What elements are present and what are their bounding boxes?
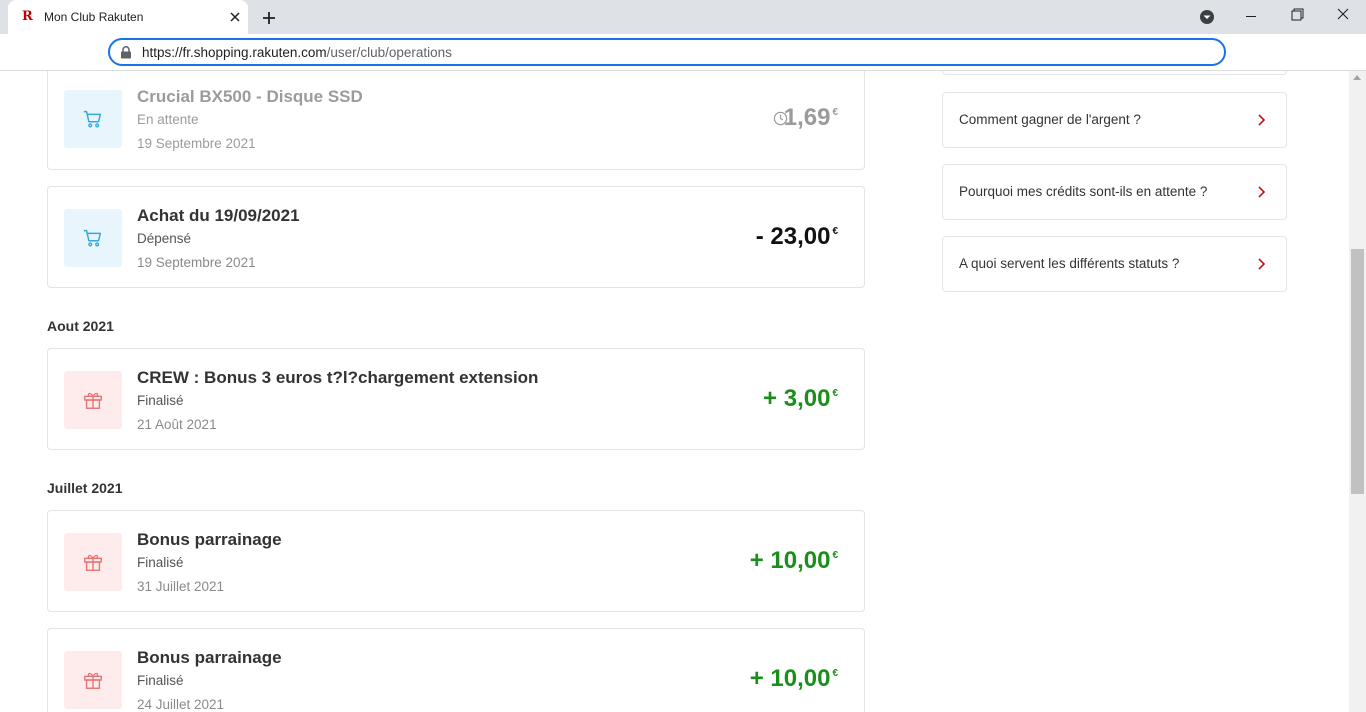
url-text[interactable]: https://fr.shopping.rakuten.com/user/clu… [142,45,452,60]
scrollbar-thumb[interactable] [1351,249,1364,494]
chevron-right-icon [1258,186,1266,198]
browser-tab-bar: R Mon Club Rakuten [0,0,1366,34]
lock-icon[interactable] [120,46,132,59]
operation-status: En attente [137,112,199,127]
chevron-right-icon [1258,258,1266,270]
operation-date: 31 Juillet 2021 [137,579,225,594]
operation-card[interactable]: Bonus parrainage Finalisé 31 Juillet 202… [47,510,865,612]
operation-title: Crucial BX500 - Disque SSD [137,87,363,106]
operation-card[interactable]: CREW : Bonus 3 euros t?l?chargement exte… [47,348,865,450]
month-heading: Aout 2021 [47,318,114,334]
operation-date: 19 Septembre 2021 [137,136,256,151]
operation-title: Achat du 19/09/2021 [137,206,300,225]
operation-card[interactable]: Achat du 19/09/2021 Dépensé 19 Septembre… [47,186,865,288]
address-bar[interactable]: https://fr.shopping.rakuten.com/user/clu… [108,38,1226,66]
gift-icon [64,651,122,709]
minimize-icon[interactable] [1228,0,1274,34]
operation-amount: - 23,00 € [755,223,838,250]
operation-title: Bonus parrainage [137,648,282,667]
cart-icon [64,209,122,267]
operation-status: Finalisé [137,555,184,570]
faq-item-partial[interactable] [942,71,1287,75]
operation-status: Finalisé [137,393,184,408]
operation-card[interactable]: Crucial BX500 - Disque SSD En attente 19… [47,71,865,170]
restore-icon[interactable] [1274,0,1320,34]
close-window-icon[interactable] [1320,0,1366,34]
faq-label: Comment gagner de l'argent ? [959,112,1141,127]
chevron-right-icon [1258,114,1266,126]
operation-status: Dépensé [137,231,192,246]
faq-item-statuses[interactable]: A quoi servent les différents statuts ? [942,236,1287,292]
new-tab-icon[interactable] [258,7,280,29]
operation-date: 19 Septembre 2021 [137,255,256,270]
cart-icon [64,90,122,148]
faq-item-pending-credits[interactable]: Pourquoi mes crédits sont-ils en attente… [942,164,1287,220]
gift-icon [64,533,122,591]
faq-label: Pourquoi mes crédits sont-ils en attente… [959,184,1208,199]
page-content: Crucial BX500 - Disque SSD En attente 19… [0,71,1349,712]
operation-date: 21 Août 2021 [137,417,217,432]
month-heading: Juillet 2021 [47,480,123,496]
browser-toolbar: https://fr.shopping.rakuten.com/user/clu… [0,34,1366,71]
operation-status: Finalisé [137,673,184,688]
operation-amount: + 3,00 € [763,385,838,412]
operation-amount: + 10,00 € [749,665,838,692]
faq-item-earn-money[interactable]: Comment gagner de l'argent ? [942,92,1287,148]
rakuten-favicon-icon: R [22,9,33,24]
operation-amount: + 10,00 € [749,547,838,574]
operation-title: CREW : Bonus 3 euros t?l?chargement exte… [137,368,539,387]
operation-amount: 1,69 € [783,104,838,131]
faq-label: A quoi servent les différents statuts ? [959,256,1180,271]
tab-search-icon[interactable] [1198,8,1216,26]
operation-date: 24 Juillet 2021 [137,697,225,712]
tab-title: Mon Club Rakuten [44,10,144,24]
page-scrollbar[interactable] [1349,71,1366,712]
browser-tab[interactable]: R Mon Club Rakuten [8,0,248,34]
operation-card[interactable]: Bonus parrainage Finalisé 24 Juillet 202… [47,628,865,712]
operation-title: Bonus parrainage [137,530,282,549]
scroll-up-arrow-icon[interactable] [1353,75,1361,80]
gift-icon [64,371,122,429]
tab-close-icon[interactable] [226,8,244,26]
